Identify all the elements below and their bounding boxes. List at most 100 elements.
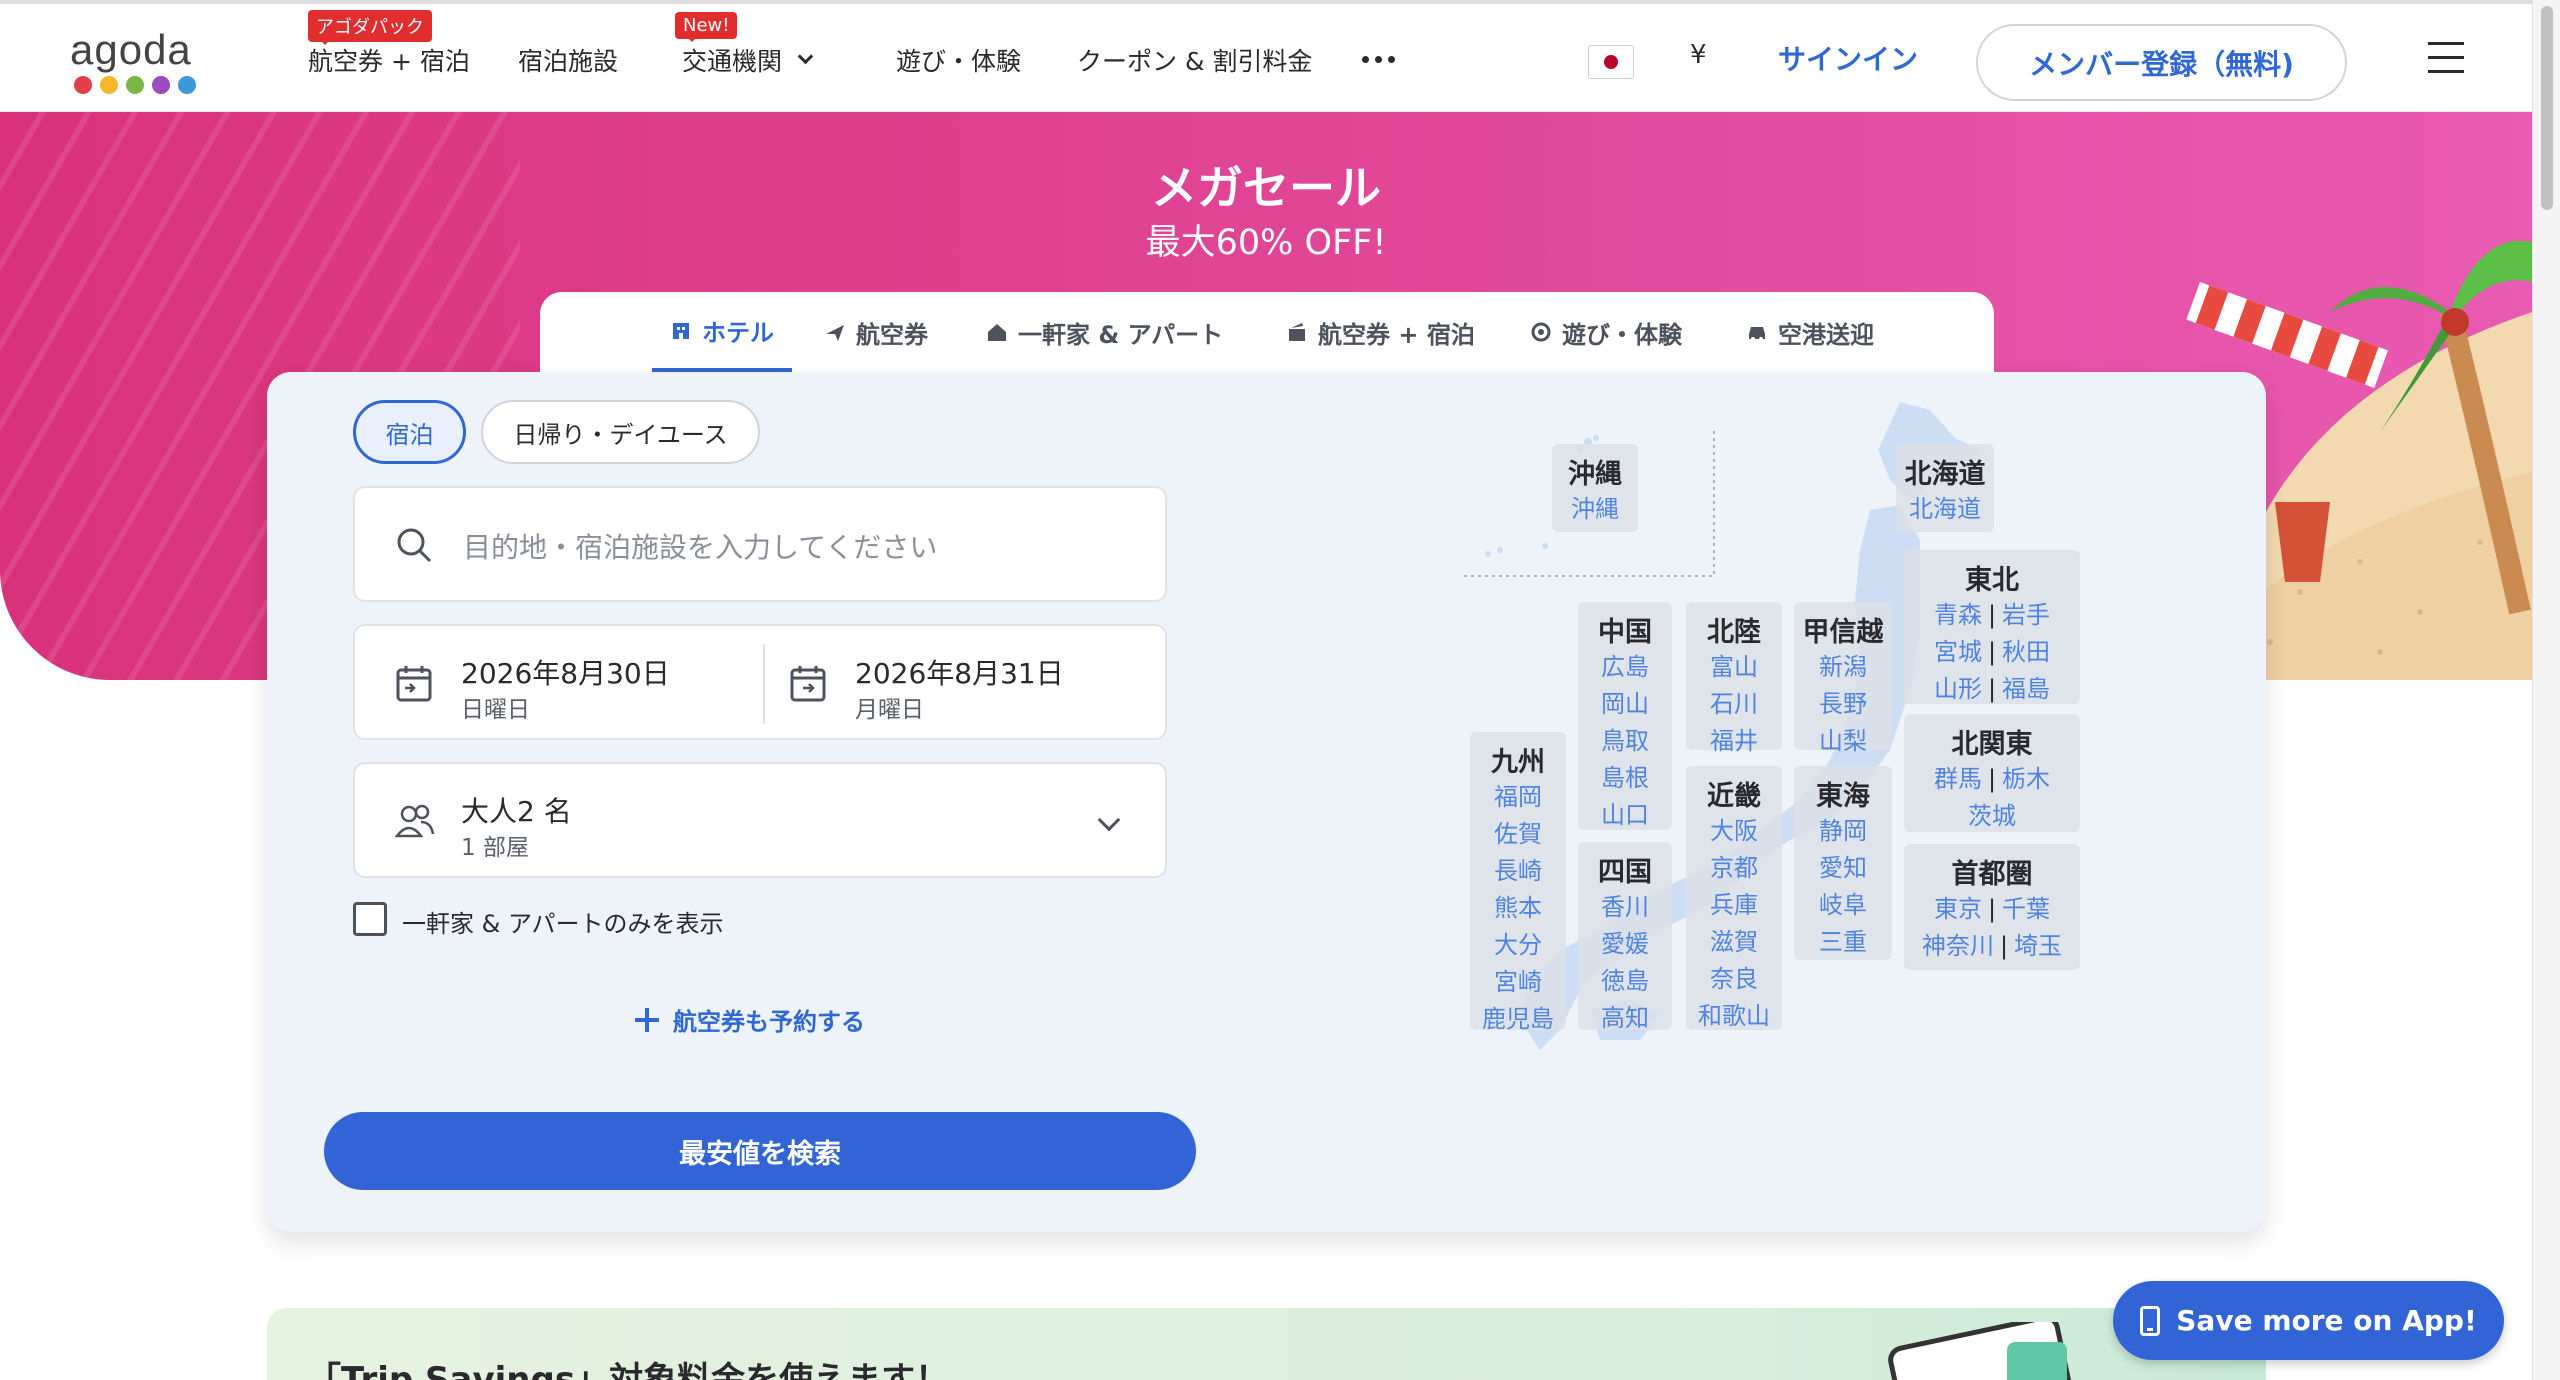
sale-title: メガセール [1151,161,1381,215]
package-icon [1289,323,1305,341]
nav-transport-label: 交通機関 [682,47,783,76]
nav-coupons[interactable]: クーポン & 割引料金 [1077,4,1312,116]
pref-link[interactable]: 栃木 [2002,765,2050,793]
nav-transport[interactable]: 交通機関 [682,4,814,116]
logo-dot [74,76,92,94]
pref-link[interactable]: 福井 [1686,723,1782,760]
tab-homes[interactable]: 一軒家 & アパート [986,292,1223,372]
pref-link[interactable]: 大阪 [1686,813,1782,850]
nav-accommodation[interactable]: 宿泊施設 [518,4,618,116]
guests-selector[interactable]: 大人2 名 1 部屋 [353,762,1167,878]
pref-link[interactable]: 広島 [1578,649,1672,686]
region-kitakanto: 北関東 群馬 | 栃木 茨城 [1904,714,2080,832]
pref-link[interactable]: 山梨 [1794,723,1892,760]
search-button[interactable]: 最安値を検索 [324,1112,1196,1190]
logo-wordmark: agoda [70,26,192,73]
pref-link[interactable]: 富山 [1686,649,1782,686]
trip-savings-promo: 「Trip Savings」対象料金を使えます！ [267,1308,2266,1380]
agoda-logo[interactable]: agoda [70,26,210,96]
pref-link[interactable]: 和歌山 [1686,998,1782,1035]
pref-link[interactable]: 茨城 [1968,802,2016,830]
pref-link[interactable]: 愛知 [1794,850,1892,887]
pref-link[interactable]: 群馬 [1934,765,1982,793]
more-menu-icon[interactable] [1362,56,1395,63]
product-tabs: ホテル 航空券 一軒家 & アパート 航空券 + 宿泊 遊び・体験 空港送迎 [540,292,1994,372]
pref-link[interactable]: 沖縄 [1571,495,1619,523]
top-navigation-bar: agoda アゴダパック 航空券 + 宿泊 宿泊施設 New! 交通機関 遊び・… [0,0,2532,112]
checkin-date: 2026年8月30日 [461,657,670,690]
pref-link[interactable]: 石川 [1686,686,1782,723]
stay-type-overnight[interactable]: 宿泊 [353,400,466,464]
pref-link[interactable]: 香川 [1578,889,1672,926]
pref-link[interactable]: 高知 [1578,1000,1672,1037]
pref-link[interactable]: 愛媛 [1578,926,1672,963]
pref-link[interactable]: 奈良 [1686,961,1782,998]
chevron-down-icon [1097,808,1121,832]
pref-link[interactable]: 長崎 [1470,853,1566,890]
signin-link[interactable]: サインイン [1778,38,1918,78]
pref-link[interactable]: 滋賀 [1686,924,1782,961]
hamburger-menu-icon[interactable] [2428,42,2464,74]
pref-link[interactable]: 北海道 [1909,495,1981,523]
pref-link[interactable]: 神奈川 [1922,932,1994,960]
pref-link[interactable]: 埼玉 [2014,932,2062,960]
pref-link[interactable]: 鹿児島 [1470,1001,1566,1038]
pref-link[interactable]: 青森 [1934,601,1982,629]
register-button[interactable]: メンバー登録（無料) [1976,24,2347,101]
pref-link[interactable]: 三重 [1794,924,1892,961]
pref-link[interactable]: 鳥取 [1578,723,1672,760]
tab-hotel[interactable]: ホテル [652,292,792,372]
pref-link[interactable]: 宮崎 [1470,964,1566,1001]
stay-type-dayuse[interactable]: 日帰り・デイユース [481,400,760,464]
pref-link[interactable]: 新潟 [1794,649,1892,686]
pref-link[interactable]: 熊本 [1470,890,1566,927]
add-flight-link[interactable]: 航空券も予約する [635,1002,865,1037]
region-shutoken: 首都圏 東京 | 千葉 神奈川 | 埼玉 [1904,844,2080,970]
logo-dot [152,76,170,94]
sale-subtitle: 最大60% OFF! [1145,223,1387,263]
pref-link[interactable]: 岩手 [2002,601,2050,629]
nav-activities[interactable]: 遊び・体験 [896,4,1021,116]
tab-homes-label: 一軒家 & アパート [1018,320,1224,349]
tab-packages[interactable]: 航空券 + 宿泊 [1286,292,1475,372]
logo-dot [126,76,144,94]
pref-link[interactable]: 山形 [1934,675,1982,703]
nav-flight-hotel[interactable]: 航空券 + 宿泊 [308,4,470,116]
card-illustration [1888,1322,2076,1380]
pref-link[interactable]: 宮城 [1934,638,1982,666]
tab-activities[interactable]: 遊び・体験 [1530,292,1682,372]
pref-link[interactable]: 島根 [1578,760,1672,797]
pref-link[interactable]: 山口 [1578,797,1672,834]
pref-link[interactable]: 京都 [1686,850,1782,887]
pref-link[interactable]: 岡山 [1578,686,1672,723]
region-koshinetsu: 甲信越 新潟 長野 山梨 [1794,602,1892,755]
pref-link[interactable]: 東京 [1934,895,1982,923]
region-kyushu: 九州 福岡 佐賀 長崎 熊本 大分 宮崎 鹿児島 [1470,732,1566,1033]
promo-title: 「Trip Savings」対象料金を使えます！ [307,1360,950,1380]
guests-count: 大人2 名 [461,795,572,828]
apartments-only-checkbox[interactable] [353,902,387,936]
pref-link[interactable]: 長野 [1794,686,1892,723]
region-hokuriku: 北陸 富山 石川 福井 [1686,602,1782,755]
save-on-app-button[interactable]: Save more on App! [2113,1281,2504,1360]
japan-region-map: 沖縄 沖縄 北海道 北海道 東北 青森 | 岩手 宮城 | 秋田 山形 | 福島 中国 広島… [1460,390,2100,1090]
pref-link[interactable]: 岐阜 [1794,887,1892,924]
date-range-field[interactable]: 2026年8月30日 日曜日 2026年8月31日 月曜日 [353,624,1167,740]
nav-accommodation-label: 宿泊施設 [518,47,619,76]
pref-link[interactable]: 福岡 [1470,779,1566,816]
pref-link[interactable]: 千葉 [2002,895,2050,923]
pref-link[interactable]: 静岡 [1794,813,1892,850]
pref-link[interactable]: 徳島 [1578,963,1672,1000]
destination-search-input[interactable]: 目的地・宿泊施設を入力してください [353,486,1167,602]
region-title: 九州 [1491,747,1545,778]
tab-flights[interactable]: 航空券 [824,292,928,372]
scrollbar-thumb[interactable] [2541,6,2553,210]
pref-link[interactable]: 佐賀 [1470,816,1566,853]
pref-link[interactable]: 大分 [1470,927,1566,964]
pref-link[interactable]: 兵庫 [1686,887,1782,924]
pref-link[interactable]: 秋田 [2002,638,2050,666]
pref-link[interactable]: 福島 [2002,675,2050,703]
tab-airport-transfer[interactable]: 空港送迎 [1746,292,1874,372]
japan-flag-icon[interactable] [1588,45,1634,79]
currency-selector[interactable]: ¥ [1690,40,1707,70]
